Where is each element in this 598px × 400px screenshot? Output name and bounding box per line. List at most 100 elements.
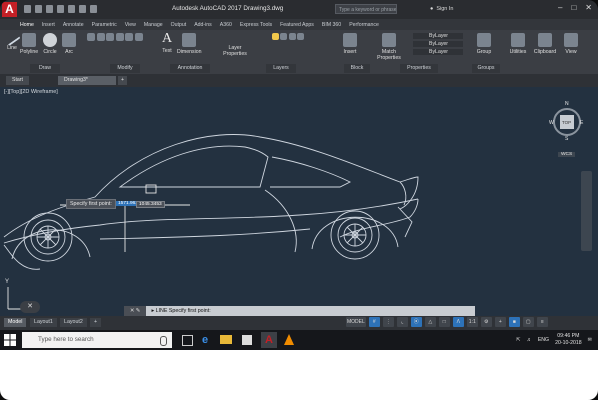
panel-modify[interactable]: Modify <box>110 64 140 73</box>
save-as-icon[interactable] <box>57 5 64 13</box>
tab-express-tools[interactable]: Express Tools <box>240 22 272 28</box>
polar-icon[interactable]: ⦿ <box>410 317 422 327</box>
rotate-icon[interactable] <box>96 33 105 41</box>
ortho-icon[interactable]: ⌞ <box>396 317 408 327</box>
add-layout-button[interactable]: + <box>90 318 102 327</box>
command-close-icon[interactable]: ✕ ✎ <box>124 306 146 316</box>
customize-menu-icon[interactable]: ≡ <box>536 317 548 327</box>
tab-featured-apps[interactable]: Featured Apps <box>280 22 314 28</box>
microphone-icon[interactable] <box>160 336 167 346</box>
tab-model[interactable]: Model <box>4 318 27 327</box>
layer-color-icon[interactable] <box>297 33 305 40</box>
line-button[interactable]: Line <box>3 29 21 51</box>
add-icon[interactable]: + <box>494 317 506 327</box>
arc-button[interactable]: Arc <box>62 33 76 55</box>
insert-button[interactable]: Insert <box>341 33 359 55</box>
viewcube-top-face[interactable]: TOP <box>562 120 571 125</box>
autocad-logo-button[interactable]: A <box>2 2 17 17</box>
tab-output[interactable]: Output <box>171 22 187 28</box>
command-line[interactable]: ✕ ✎ ▸ LINE Specify first point: <box>124 306 475 316</box>
linetype-dropdown[interactable]: ByLayer <box>413 41 463 47</box>
task-view-icon[interactable] <box>182 335 193 346</box>
panel-groups[interactable]: Groups <box>472 64 500 73</box>
store-icon[interactable] <box>242 335 252 345</box>
volume-icon[interactable]: ♬ <box>527 337 532 343</box>
notification-icon[interactable]: ✉ <box>588 337 592 343</box>
tab-performance[interactable]: Performance <box>349 22 379 28</box>
tab-insert[interactable]: Insert <box>42 22 55 28</box>
text-button[interactable]: A Text <box>158 32 176 55</box>
grid-icon[interactable]: # <box>368 317 380 327</box>
tab-start[interactable]: Start <box>6 76 29 85</box>
workspace-icon[interactable]: ■ <box>508 317 520 327</box>
utilities-button[interactable]: Utilities <box>507 33 529 55</box>
group-button[interactable]: Group <box>474 33 494 55</box>
minimize-icon[interactable]: – <box>558 3 562 12</box>
command-close-floating[interactable]: ✕ <box>20 301 40 313</box>
clock[interactable]: 09:46 PM 20-10-2018 <box>555 333 582 347</box>
panel-annotation[interactable]: Annotation <box>170 64 210 73</box>
plot-icon[interactable] <box>68 5 75 13</box>
object-snap-icon[interactable]: □ <box>438 317 450 327</box>
new-tab-button[interactable]: + <box>118 76 128 85</box>
autocad-taskbar-icon[interactable]: A <box>261 332 277 348</box>
redo-icon[interactable] <box>90 5 97 13</box>
view-button[interactable]: View <box>562 33 580 55</box>
save-icon[interactable] <box>46 5 53 13</box>
tab-view[interactable]: View <box>125 22 136 28</box>
coord-y-input[interactable]: 1045.3453 <box>136 201 165 208</box>
windows-start-icon[interactable] <box>4 334 16 346</box>
tab-manage[interactable]: Manage <box>144 22 163 28</box>
new-file-icon[interactable] <box>24 5 31 13</box>
layer-lock-icon[interactable] <box>288 33 296 40</box>
open-file-icon[interactable] <box>35 5 42 13</box>
tab-home[interactable]: Home <box>20 22 34 28</box>
dimension-button[interactable]: Dimension <box>177 33 202 55</box>
layer-freeze-icon[interactable] <box>280 33 288 40</box>
tab-annotate[interactable]: Annotate <box>63 22 84 28</box>
vlc-icon[interactable] <box>284 334 294 345</box>
edge-icon[interactable]: e <box>202 334 208 346</box>
tab-parametric[interactable]: Parametric <box>92 22 117 28</box>
mirror-icon[interactable] <box>125 33 134 41</box>
layer-properties-button[interactable]: Layer Properties <box>222 45 248 57</box>
close-icon[interactable]: ✕ <box>585 3 592 12</box>
panel-properties[interactable]: Properties <box>400 64 438 73</box>
copy-icon[interactable] <box>115 33 124 41</box>
panel-draw[interactable]: Draw <box>30 64 60 73</box>
light-bulb-icon[interactable] <box>271 33 279 40</box>
tab-bim-360[interactable]: BIM 360 <box>322 22 341 28</box>
drawing-canvas[interactable]: [-][Top][2D Wireframe] Y Specify first p… <box>0 87 598 316</box>
fullscreen-icon[interactable]: ▢ <box>522 317 534 327</box>
clipboard-button[interactable]: Clipboard <box>533 33 557 55</box>
settings-gear-icon[interactable]: ⚙ <box>480 317 492 327</box>
polyline-button[interactable]: Polyline <box>20 33 38 55</box>
color-dropdown[interactable]: ByLayer <box>413 33 463 39</box>
taskbar-search-input[interactable]: Type here to search <box>22 332 172 348</box>
match-properties-button[interactable]: Match Properties <box>376 33 402 61</box>
wcs-button[interactable]: WCS <box>558 152 576 157</box>
network-icon[interactable]: ⇱ <box>516 337 520 343</box>
file-explorer-icon[interactable] <box>220 335 232 344</box>
sign-in[interactable]: ● Sign In <box>430 4 453 14</box>
search-input[interactable]: Type a keyword or phrase <box>335 4 397 14</box>
language-indicator[interactable]: ENG <box>538 337 549 343</box>
tab-layout1[interactable]: Layout1 <box>30 318 57 327</box>
isodraft-icon[interactable]: △ <box>424 317 436 327</box>
circle-button[interactable]: Circle <box>42 33 58 55</box>
snap-icon[interactable]: ⋮ <box>382 317 394 327</box>
navigation-bar[interactable] <box>581 171 592 251</box>
scale-dropdown[interactable]: 1:1 <box>466 317 478 327</box>
maximize-icon[interactable]: □ <box>571 3 576 12</box>
undo-icon[interactable] <box>79 5 86 13</box>
move-icon[interactable] <box>87 33 96 41</box>
lineweight-dropdown[interactable]: ByLayer <box>413 49 463 55</box>
annotation-scale-icon[interactable]: Λ <box>452 317 464 327</box>
fillet-icon[interactable] <box>134 33 143 41</box>
tab-add-ins[interactable]: Add-ins <box>194 22 212 28</box>
panel-block[interactable]: Block <box>344 64 370 73</box>
panel-layers[interactable]: Layers <box>266 64 296 73</box>
tab-layout2[interactable]: Layout2 <box>60 318 87 327</box>
tab-drawing3[interactable]: Drawing3* <box>58 76 116 85</box>
model-space-button[interactable]: MODEL <box>346 317 366 327</box>
